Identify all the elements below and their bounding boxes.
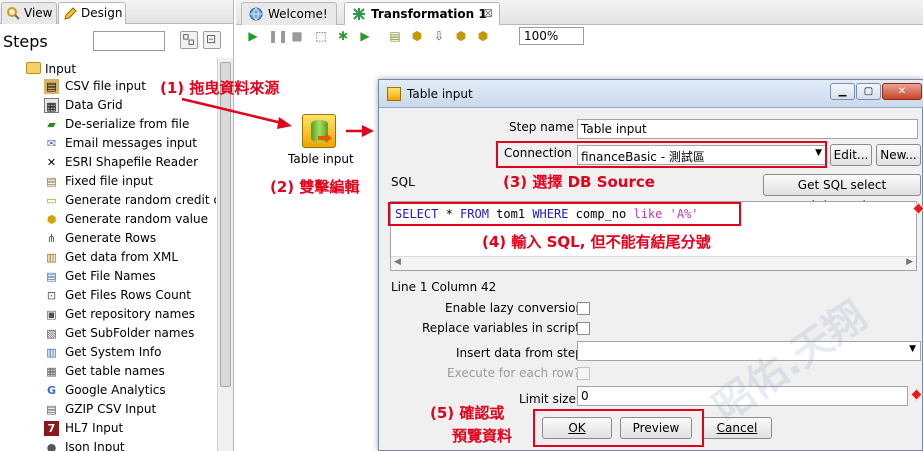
connection-highlight xyxy=(496,141,827,168)
annotation-5-line1: (5) 確認或 xyxy=(430,404,505,422)
minimize-button[interactable]: ▁ xyxy=(830,83,855,100)
get-sql-button[interactable]: Get SQL select statement... xyxy=(763,174,921,212)
annotation-3: (3) 選擇 DB Source xyxy=(503,173,655,191)
scroll-left-icon[interactable]: ◀ xyxy=(394,257,401,267)
maximize-button[interactable]: ▢ xyxy=(856,83,881,100)
limit-size-label: Limit size xyxy=(519,392,576,406)
step-name-label: Step name xyxy=(509,120,575,134)
drag-arrow xyxy=(181,97,283,125)
new-connection-button[interactable]: New... xyxy=(876,144,921,166)
minimize-icon: ▁ xyxy=(838,86,847,97)
step-name-input[interactable]: Table input xyxy=(577,119,918,139)
dialog-title: Table input xyxy=(407,87,473,101)
execute-each-row-label: Execute for each row? xyxy=(447,366,581,380)
scroll-right-icon[interactable]: ▶ xyxy=(906,257,913,267)
table-input-dialog: Table input ▁ ▢ ✕ Step name Table input … xyxy=(378,79,923,451)
maximize-icon: ▢ xyxy=(863,86,874,97)
lazy-conversion-label: Enable lazy conversion xyxy=(445,301,584,315)
replace-variables-label: Replace variables in script? xyxy=(422,321,587,335)
sql-hscrollbar[interactable]: ◀ ▶ xyxy=(391,256,916,270)
replace-variables-checkbox[interactable] xyxy=(577,322,590,335)
variable-icon xyxy=(910,388,923,401)
edit-connection-button[interactable]: Edit... xyxy=(830,144,872,166)
annotation-5-line2: 預覽資料 xyxy=(452,427,513,445)
close-button[interactable]: ✕ xyxy=(882,83,922,100)
sql-label: SQL xyxy=(391,175,415,189)
table-input-icon xyxy=(387,87,401,101)
execute-each-row-checkbox[interactable] xyxy=(577,367,590,380)
drag-arrow-head xyxy=(277,117,292,129)
lazy-conversion-checkbox[interactable] xyxy=(577,302,590,315)
insert-data-label: Insert data from step xyxy=(456,346,583,360)
sql-highlight xyxy=(388,202,741,226)
dialog-titlebar: Table input ▁ ▢ ✕ xyxy=(379,80,923,108)
annotation-4: (4) 輸入 SQL, 但不能有結尾分號 xyxy=(482,233,711,251)
dropdown-arrow-icon: ▼ xyxy=(909,344,916,354)
buttons-highlight xyxy=(533,409,704,447)
close-icon: ✕ xyxy=(897,86,907,97)
cursor-position: Line 1 Column 42 xyxy=(391,280,497,294)
open-arrow-head xyxy=(362,125,374,137)
